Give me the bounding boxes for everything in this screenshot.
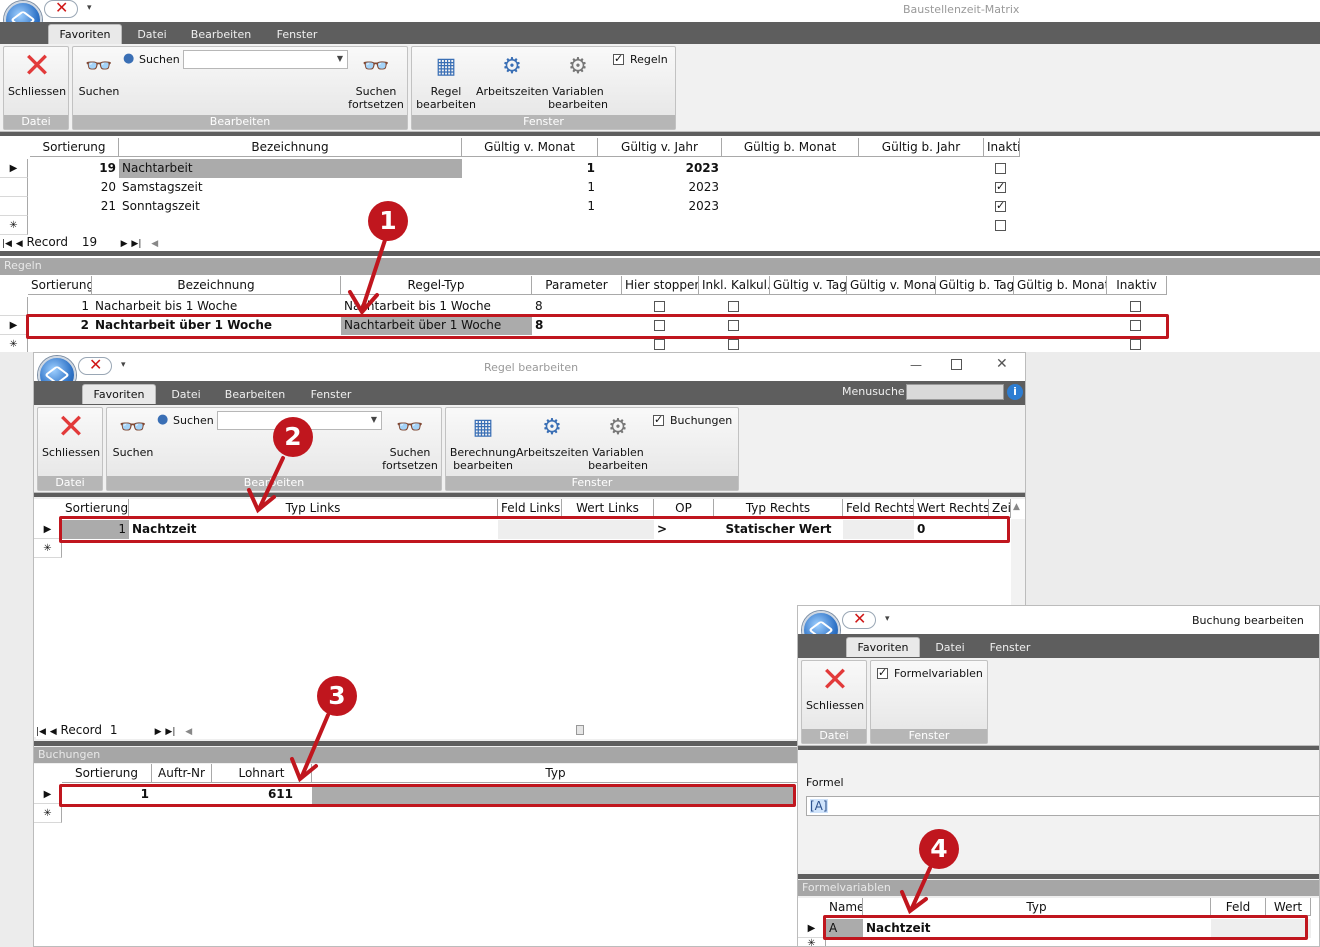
- callout-badge-2: 2: [273, 417, 313, 457]
- callout-badge-3: 3: [317, 676, 357, 716]
- callout-badge-1: 1: [368, 201, 408, 241]
- callout-badge-4: 4: [919, 829, 959, 869]
- callout-arrows: [247, 238, 932, 915]
